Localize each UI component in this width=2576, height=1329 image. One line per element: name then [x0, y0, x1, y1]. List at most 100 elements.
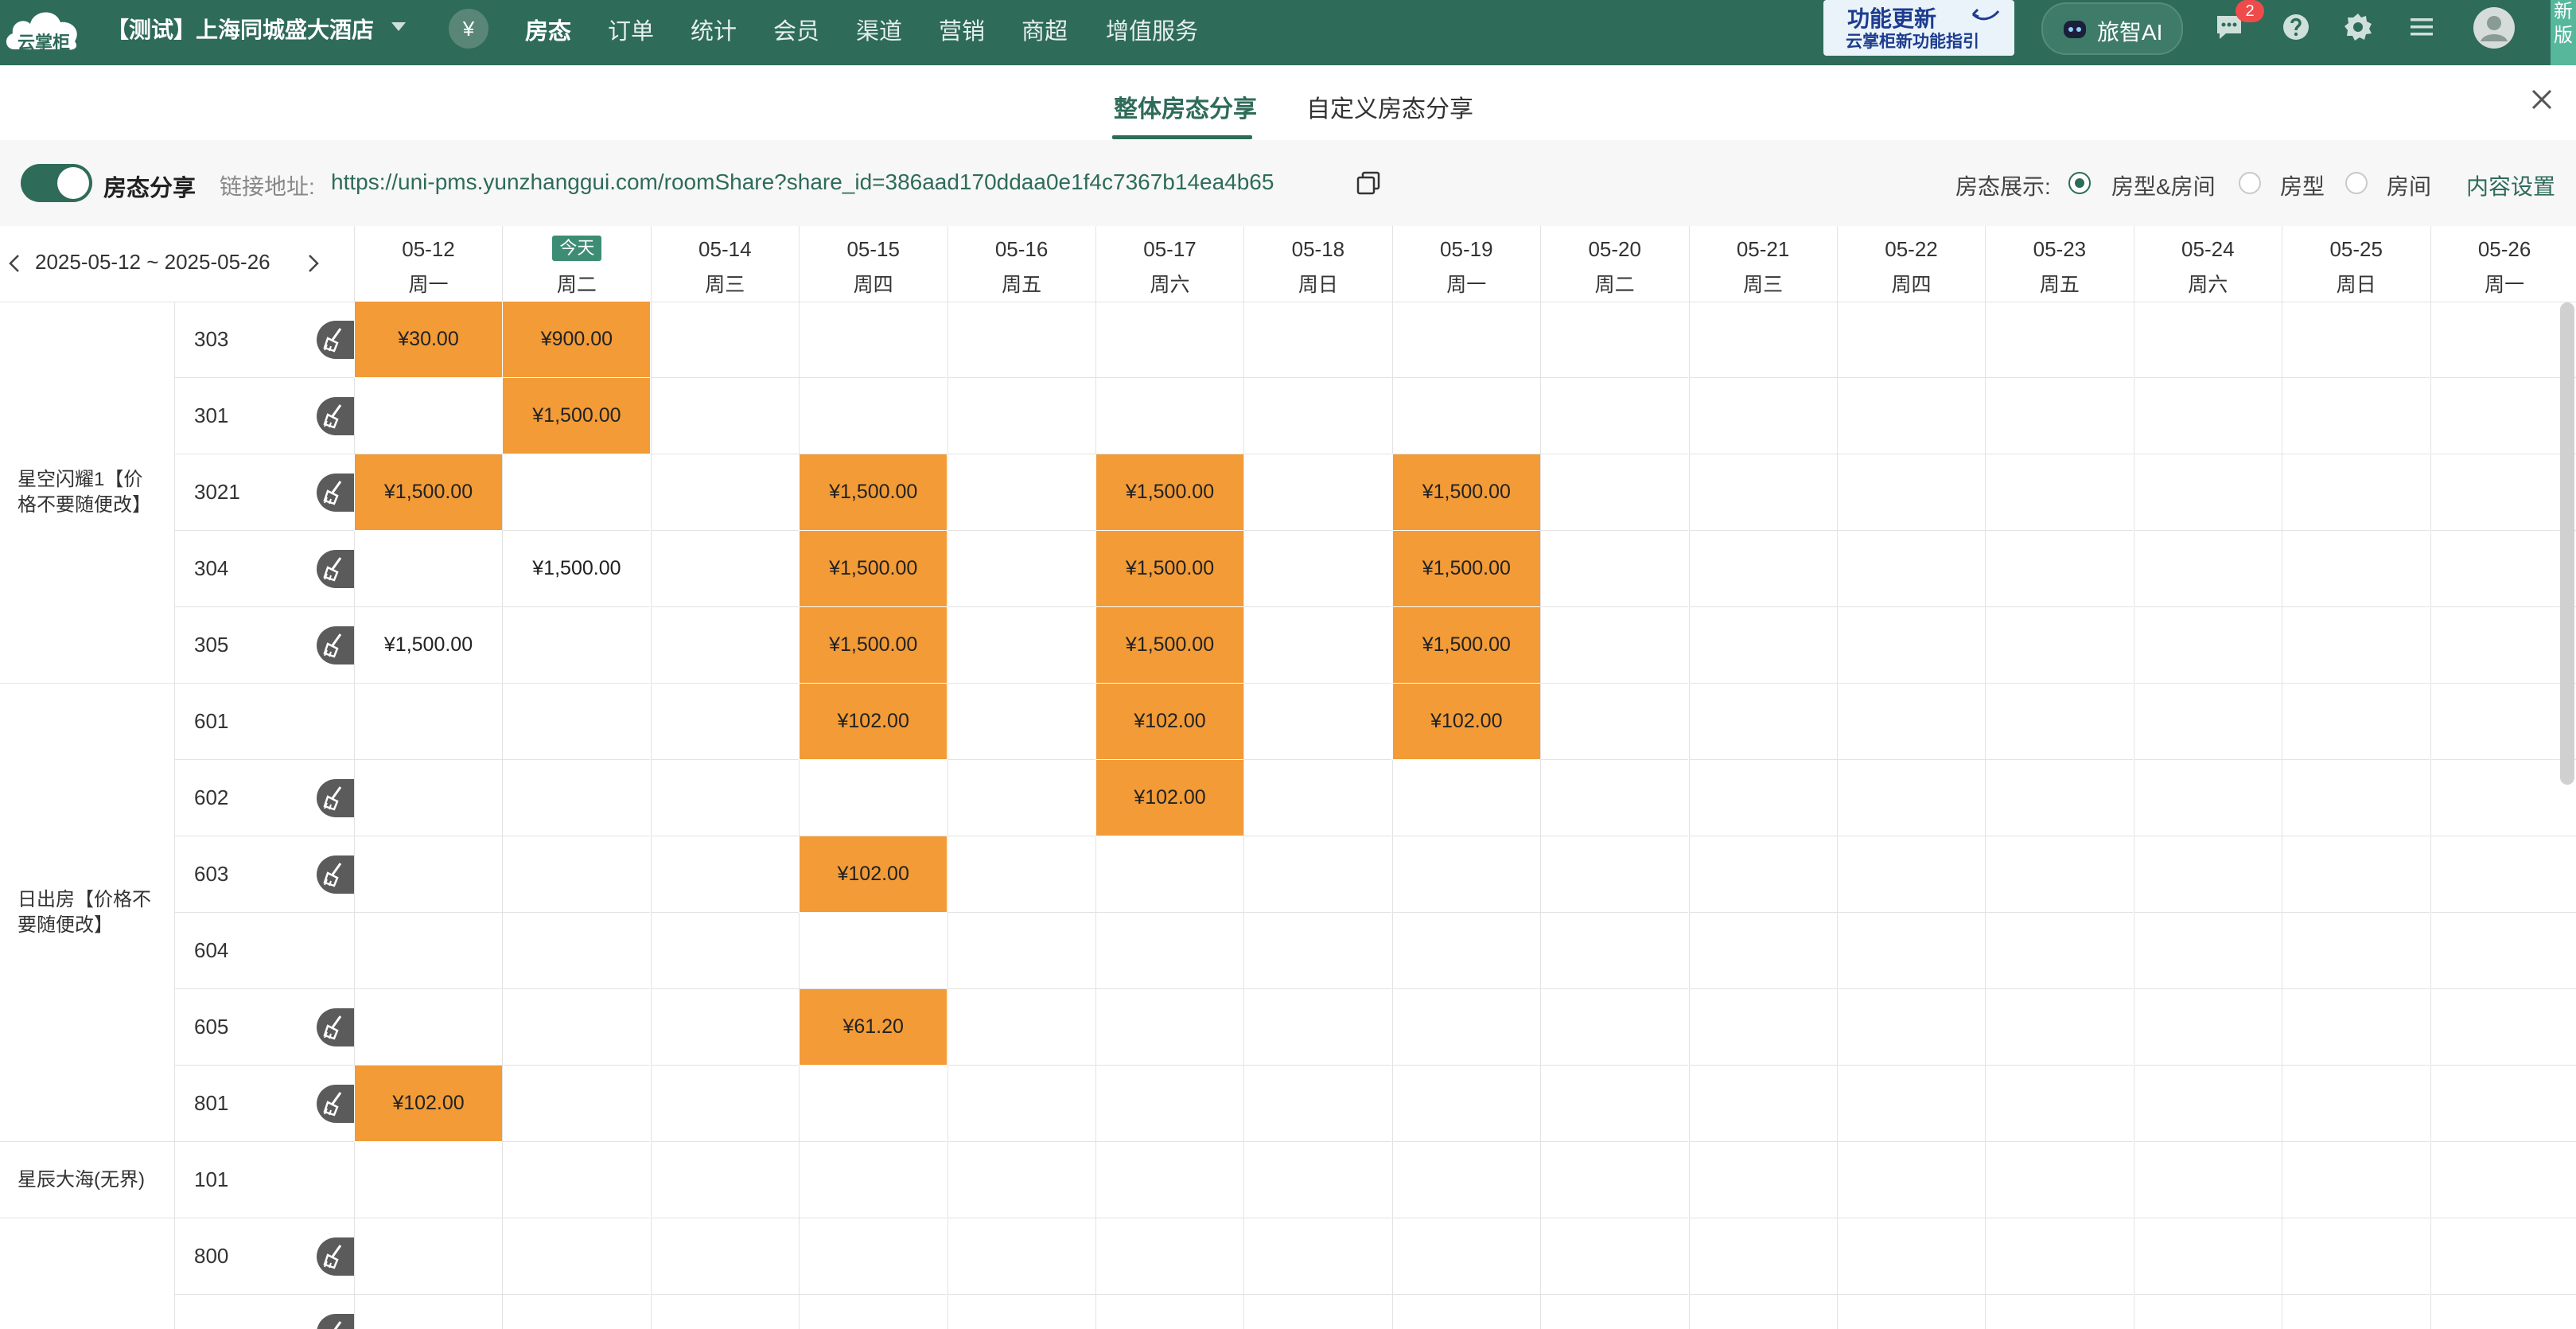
price-cell[interactable]: [1391, 913, 1540, 989]
broom-icon[interactable]: [317, 321, 355, 359]
price-cell[interactable]: [354, 378, 502, 454]
price-cell[interactable]: [947, 607, 1095, 684]
broom-icon[interactable]: [317, 550, 355, 588]
price-cell[interactable]: ¥30.00: [354, 302, 502, 378]
price-cell[interactable]: [947, 1218, 1095, 1295]
price-cell[interactable]: [2430, 760, 2576, 836]
radio-roomtype[interactable]: [2239, 172, 2261, 194]
price-cell[interactable]: [1985, 378, 2134, 454]
price-cell[interactable]: [2282, 531, 2430, 607]
nav-item[interactable]: 营销: [939, 13, 985, 46]
vertical-scrollbar[interactable]: [2560, 302, 2574, 785]
radio-label-room[interactable]: 房间: [2387, 170, 2431, 201]
price-cell[interactable]: [1837, 302, 1985, 378]
price-cell[interactable]: [2133, 684, 2282, 760]
price-cell[interactable]: [1837, 1142, 1985, 1218]
broom-icon[interactable]: [317, 1008, 355, 1046]
price-cell[interactable]: ¥102.00: [1391, 684, 1540, 760]
price-cell[interactable]: [502, 1218, 651, 1295]
radio-label-roomtype-and-room[interactable]: 房型&房间: [2111, 170, 2216, 201]
price-cell[interactable]: [799, 1066, 948, 1142]
price-cell[interactable]: [1540, 607, 1689, 684]
nav-item[interactable]: 渠道: [856, 13, 902, 46]
nav-item[interactable]: 统计: [691, 13, 737, 46]
price-cell[interactable]: [2282, 607, 2430, 684]
price-cell[interactable]: [1540, 760, 1689, 836]
price-cell[interactable]: [1540, 684, 1689, 760]
price-cell[interactable]: [2430, 1142, 2576, 1218]
nav-item[interactable]: 商超: [1021, 13, 1068, 46]
price-cell[interactable]: [1391, 302, 1540, 378]
price-cell[interactable]: [1985, 1142, 2134, 1218]
new-version-tab[interactable]: 新版: [2551, 0, 2576, 65]
price-cell[interactable]: [650, 913, 799, 989]
price-cell[interactable]: ¥1,500.00: [354, 454, 502, 531]
price-cell[interactable]: ¥1,500.00: [799, 454, 948, 531]
price-cell[interactable]: [2430, 684, 2576, 760]
price-cell[interactable]: [1837, 913, 1985, 989]
price-cell[interactable]: [1985, 531, 2134, 607]
gear-icon[interactable]: [2342, 11, 2374, 47]
price-cell[interactable]: [1095, 378, 1243, 454]
chevron-left-icon[interactable]: [8, 253, 21, 279]
price-cell[interactable]: [1243, 989, 1392, 1066]
price-cell[interactable]: [1540, 1295, 1688, 1329]
price-cell[interactable]: [502, 760, 651, 836]
price-cell[interactable]: [2133, 378, 2282, 454]
price-cell[interactable]: [1243, 302, 1392, 378]
price-cell[interactable]: [1391, 836, 1540, 913]
price-cell[interactable]: [2133, 913, 2282, 989]
price-cell[interactable]: [2282, 302, 2430, 378]
help-icon[interactable]: [2280, 11, 2312, 47]
price-cell[interactable]: [354, 1295, 502, 1329]
price-cell[interactable]: [354, 1218, 502, 1295]
radio-label-roomtype[interactable]: 房型: [2280, 170, 2325, 201]
price-cell[interactable]: [1837, 1066, 1985, 1142]
price-cell[interactable]: [354, 760, 502, 836]
price-cell[interactable]: [1540, 989, 1689, 1066]
price-cell[interactable]: [2282, 913, 2430, 989]
price-cell[interactable]: [1095, 1218, 1243, 1295]
price-cell[interactable]: [502, 1295, 650, 1329]
room-share-toggle[interactable]: [21, 164, 92, 202]
price-cell[interactable]: [2133, 607, 2282, 684]
price-cell[interactable]: [1095, 1066, 1243, 1142]
logo[interactable]: 云掌柜: [3, 3, 83, 53]
price-cell[interactable]: [1837, 1218, 1985, 1295]
radio-room[interactable]: [2345, 172, 2368, 194]
broom-icon[interactable]: [317, 779, 355, 817]
price-cell[interactable]: [1095, 1295, 1243, 1329]
broom-icon[interactable]: [317, 626, 355, 664]
price-cell[interactable]: [1837, 836, 1985, 913]
price-cell[interactable]: [2430, 607, 2576, 684]
price-cell[interactable]: [2282, 836, 2430, 913]
price-cell[interactable]: [947, 454, 1095, 531]
price-cell[interactable]: ¥1,500.00: [1095, 607, 1243, 684]
price-cell[interactable]: ¥61.20: [799, 989, 948, 1066]
price-cell[interactable]: [1243, 378, 1392, 454]
price-cell[interactable]: [1985, 302, 2134, 378]
price-cell[interactable]: [1688, 607, 1837, 684]
price-cell[interactable]: [1837, 531, 1985, 607]
price-cell[interactable]: [1985, 454, 2134, 531]
price-cell[interactable]: [1688, 531, 1837, 607]
tab-overall-share[interactable]: 整体房态分享: [1114, 89, 1257, 124]
price-cell[interactable]: [1540, 1142, 1689, 1218]
price-cell[interactable]: [1540, 531, 1689, 607]
price-cell[interactable]: [1243, 531, 1392, 607]
price-cell[interactable]: [2282, 1295, 2430, 1329]
price-cell[interactable]: [650, 1295, 799, 1329]
price-cell[interactable]: ¥1,500.00: [354, 607, 502, 684]
price-cell[interactable]: [1391, 1295, 1540, 1329]
price-cell[interactable]: [1391, 378, 1540, 454]
price-cell[interactable]: [947, 836, 1095, 913]
price-cell[interactable]: [650, 302, 799, 378]
price-cell[interactable]: ¥1,500.00: [799, 531, 948, 607]
price-cell[interactable]: [1688, 302, 1837, 378]
price-cell[interactable]: [650, 1142, 799, 1218]
price-cell[interactable]: [2430, 989, 2576, 1066]
price-cell[interactable]: [2430, 836, 2576, 913]
tab-custom-share[interactable]: 自定义房态分享: [1306, 89, 1473, 124]
price-cell[interactable]: [947, 378, 1095, 454]
price-cell[interactable]: [947, 1066, 1095, 1142]
